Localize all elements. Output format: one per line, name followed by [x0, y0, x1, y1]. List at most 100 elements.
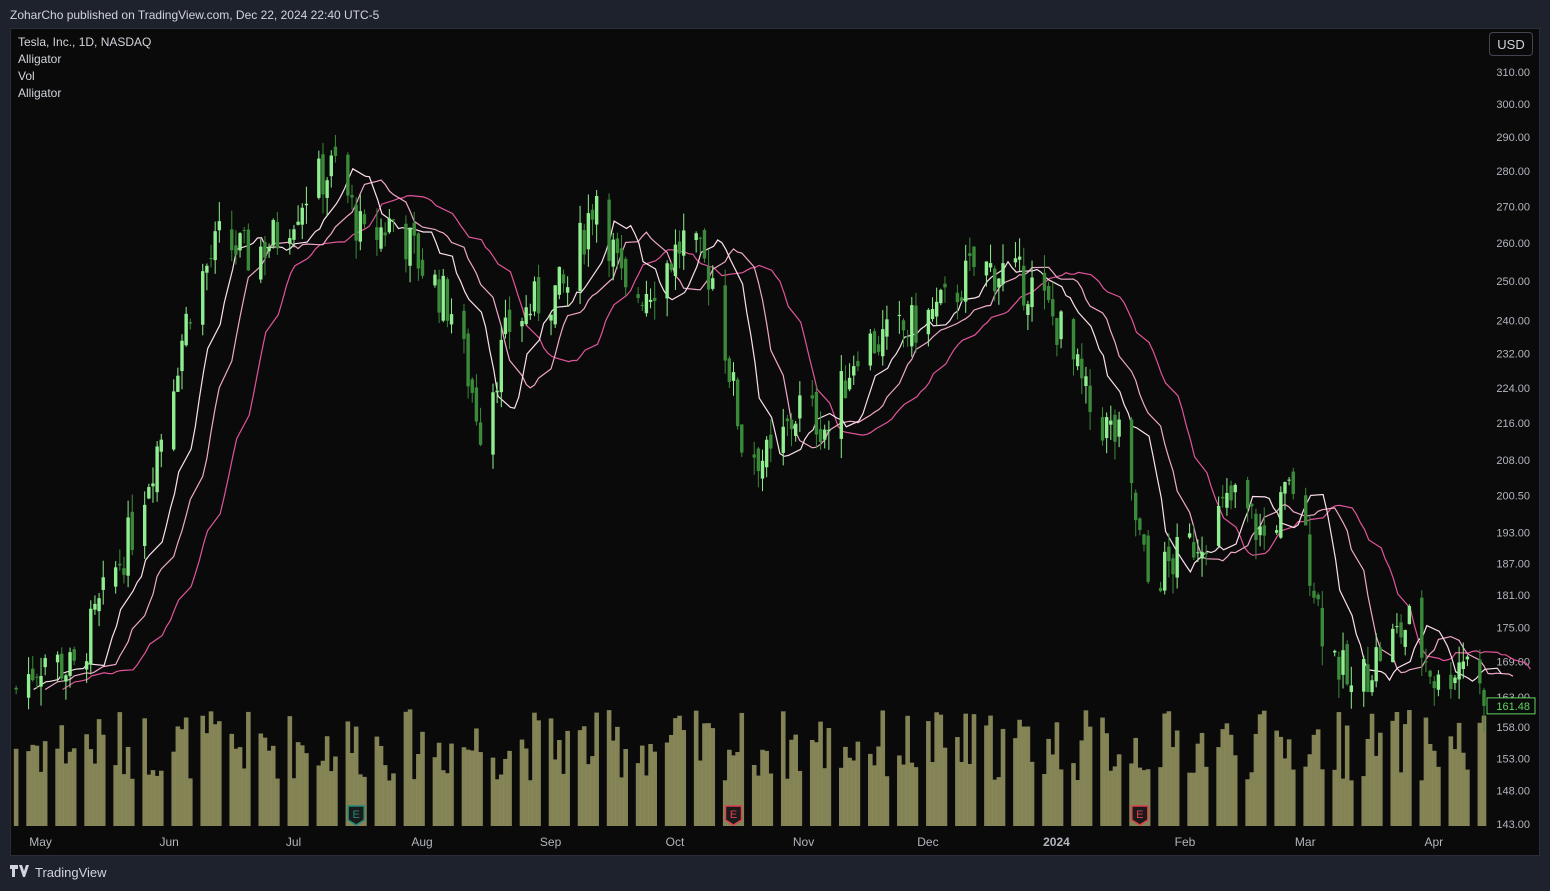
volume-bar — [702, 723, 707, 826]
candle-body — [172, 391, 176, 450]
candle-body — [1291, 471, 1295, 495]
candle-body — [184, 313, 188, 346]
candle-body — [188, 322, 192, 324]
candle-body — [346, 154, 350, 196]
candle-body — [89, 608, 93, 665]
volume-bar — [38, 771, 44, 826]
volume-bar — [822, 768, 828, 826]
candle-body — [375, 227, 379, 240]
candle-body — [702, 229, 707, 259]
candle-body — [1287, 479, 1291, 481]
chart-legend: Tesla, Inc., 1D, NASDAQ Alligator Vol Al… — [18, 34, 151, 102]
candle-body — [905, 336, 910, 338]
volume-bar — [1021, 726, 1027, 826]
candle-body — [785, 418, 790, 422]
volume-bar — [1460, 752, 1466, 826]
candlestick-chart[interactable]: 310.00 300.00 290.00 280.00 270.00 260.00 250.… — [0, 0, 1550, 891]
price-tick-label: 310.00 — [1496, 67, 1530, 79]
volume-bar — [1058, 769, 1064, 826]
volume-bar — [1398, 772, 1404, 826]
candle-body — [1233, 484, 1237, 493]
volume-bar — [847, 757, 852, 826]
candle-body — [84, 661, 89, 670]
candle-body — [1204, 552, 1208, 555]
candle-body — [823, 429, 827, 440]
volume-bar — [1029, 761, 1035, 826]
volume-bar — [901, 764, 906, 826]
candle-body — [1017, 256, 1022, 260]
candle-body — [644, 294, 649, 314]
volume-bar — [1195, 743, 1201, 826]
volume-bar — [1378, 732, 1383, 826]
volume-bar — [809, 739, 815, 826]
volume-bar — [258, 733, 264, 826]
volume-bar — [391, 773, 396, 826]
candle-body — [1129, 419, 1134, 484]
volume-bar — [610, 740, 616, 826]
candle-body — [445, 279, 450, 321]
price-tick-label: 153.00 — [1496, 753, 1530, 765]
candle-body — [984, 261, 989, 276]
candle-body — [14, 687, 18, 690]
candle-body — [292, 229, 296, 240]
volume-bar — [1315, 729, 1321, 826]
volume-bar — [880, 710, 886, 826]
volume-bar — [246, 711, 251, 826]
earnings-marker-label: E — [352, 809, 359, 821]
volume-bar — [756, 775, 761, 826]
currency-button[interactable]: USD — [1489, 32, 1533, 56]
volume-bar — [1423, 717, 1429, 826]
tradingview-brand[interactable]: TradingView — [10, 865, 107, 880]
volume-bar — [1274, 730, 1279, 826]
price-tick-label: 148.00 — [1496, 786, 1530, 798]
candle-body — [706, 265, 711, 290]
volume-bar — [789, 739, 794, 826]
candle-body — [350, 195, 354, 198]
symbol-title[interactable]: Tesla, Inc., 1D, NASDAQ — [18, 34, 151, 51]
candle-body — [1274, 530, 1279, 533]
volume-bar — [469, 750, 475, 826]
bottom-bar — [0, 856, 1550, 891]
price-tick-label: 193.00 — [1496, 528, 1530, 540]
candle-body — [963, 260, 968, 302]
candle-body — [304, 203, 309, 206]
candle-body — [462, 310, 466, 339]
candle-body — [735, 379, 740, 427]
candle-body — [1001, 263, 1005, 285]
volume-bar — [586, 764, 591, 826]
candle-body — [1262, 525, 1266, 536]
volume-bar — [652, 751, 658, 826]
volume-bar — [1452, 749, 1458, 826]
indicator-alligator-label[interactable]: Alligator — [18, 51, 151, 68]
volume-bar — [764, 750, 769, 826]
volume-bar — [1456, 722, 1462, 826]
volume-bar — [851, 760, 857, 826]
indicator-alligator-2-label[interactable]: Alligator — [18, 85, 151, 102]
candle-body — [955, 292, 960, 303]
candle-body — [1333, 650, 1337, 653]
candle-body — [379, 227, 383, 249]
candle-body — [839, 371, 843, 439]
time-tick-label: Jul — [286, 835, 301, 849]
volume-bar — [71, 748, 77, 826]
candle-body — [420, 259, 425, 276]
volume-bar — [785, 778, 790, 826]
volume-bar — [959, 761, 964, 826]
candle-body — [391, 219, 396, 221]
candle-body — [586, 213, 591, 250]
volume-bar — [992, 779, 998, 826]
candle-body — [1109, 420, 1113, 425]
candle-body — [673, 244, 678, 276]
candle-body — [35, 676, 39, 678]
candle-body — [1088, 385, 1092, 413]
candle-body — [1478, 659, 1482, 684]
candle-body — [1308, 534, 1312, 586]
volume-bar — [967, 763, 973, 826]
indicator-volume-label[interactable]: Vol — [18, 68, 151, 85]
candle-body — [470, 379, 474, 393]
candle-body — [665, 263, 669, 299]
volume-bar — [291, 778, 297, 826]
candle-body — [1449, 674, 1453, 689]
volume-bar — [436, 742, 442, 826]
candle-body — [582, 230, 586, 255]
